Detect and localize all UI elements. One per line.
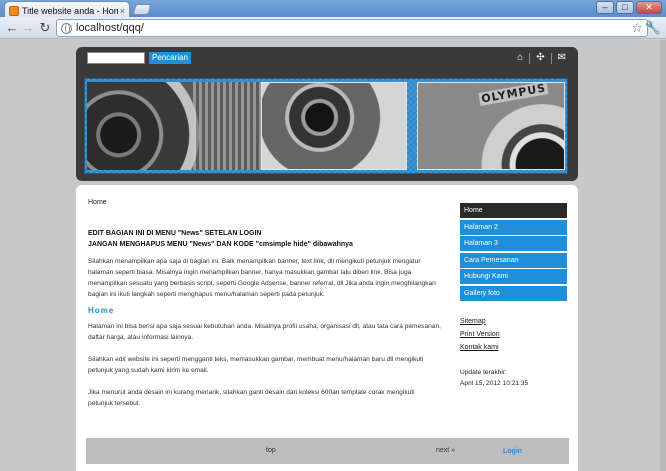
icon-divider: [529, 52, 531, 64]
tab-close-icon[interactable]: ×: [120, 6, 125, 16]
minimize-button[interactable]: –: [596, 1, 614, 14]
camera-brand-label: OLYMPUS: [477, 82, 549, 106]
content-box: Home EDIT BAGIAN INI DI MENU "News" SETE…: [76, 185, 578, 471]
footer-bar: top next » Login: [86, 438, 569, 464]
bookmark-star-icon[interactable]: ☆: [631, 20, 643, 36]
favicon-icon: [9, 5, 19, 16]
contact-link[interactable]: Kontak kami: [460, 341, 567, 354]
page-edge: [660, 40, 666, 471]
intro-paragraph: Silahkan menampilkan apa saja di bagian …: [88, 258, 436, 298]
icon-divider: [550, 52, 552, 64]
back-arrow-icon[interactable]: ←: [4, 20, 20, 36]
camera-lens-photo: [87, 82, 263, 170]
new-tab-button[interactable]: [132, 4, 152, 15]
main-column: Home EDIT BAGIAN INI DI MENU "News" SETE…: [88, 199, 441, 409]
sidebar-item-halaman-3[interactable]: Halaman 3: [460, 236, 567, 252]
last-updated-label: Update terakhir:: [460, 368, 507, 376]
top-icons: ⌂ ✣ ✉: [517, 52, 566, 64]
site-header: OLYMPUS: [76, 71, 578, 181]
search-button[interactable]: Pencarian: [149, 52, 191, 64]
body-paragraph: Jika menurut anda desain ini kurang mena…: [88, 389, 415, 407]
camera-dial-photo: [261, 82, 407, 170]
home-icon[interactable]: ⌂: [517, 52, 523, 64]
globe-icon: [61, 22, 72, 34]
page-title: Home: [88, 306, 115, 315]
search-input[interactable]: [87, 52, 145, 64]
last-updated: Update terakhir: April 15, 2012 10:21:35: [460, 367, 567, 389]
address-bar[interactable]: localhost/qqq/ ☆: [56, 19, 648, 37]
last-updated-value: April 15, 2012 10:21:35: [460, 379, 529, 387]
window-controls: – □ ✕: [596, 1, 662, 14]
sidebar-item-hubungi-kami[interactable]: Hubungi Kami: [460, 269, 567, 285]
next-link[interactable]: next »: [436, 447, 455, 454]
tab-title: Title website anda - Home: [22, 5, 118, 16]
browser-tab[interactable]: Title website anda - Home ×: [4, 1, 130, 17]
sidebar-item-halaman-2[interactable]: Halaman 2: [460, 219, 567, 236]
breadcrumb: Home: [88, 199, 107, 206]
notice-line-2: JANGAN MENGHAPUS MENU "News" DAN KODE "c…: [88, 241, 353, 248]
url-text[interactable]: localhost/qqq/: [76, 22, 631, 34]
camera-body-photo: OLYMPUS: [417, 82, 565, 170]
body-paragraph: Halaman ini bisa berisi apa saja sesuai …: [88, 323, 441, 341]
close-window-button[interactable]: ✕: [636, 1, 662, 14]
sidebar-links: Sitemap Print Version Kontak kami: [460, 315, 567, 354]
site-topbar: Pencarian ⌂ ✣ ✉: [76, 47, 578, 71]
print-version-link[interactable]: Print Version: [460, 328, 567, 341]
browser-toolbar: ← → ↻ localhost/qqq/ ☆ 🔧: [0, 17, 666, 39]
forward-arrow-icon[interactable]: →: [20, 20, 36, 36]
header-banner: OLYMPUS: [84, 78, 568, 174]
reload-icon[interactable]: ↻: [37, 20, 53, 36]
sidebar-item-cara-pemesanan[interactable]: Cara Pemesanan: [460, 252, 567, 269]
maximize-button[interactable]: □: [616, 1, 634, 14]
body-paragraph: Silahkan edit website ini seperti mengga…: [88, 356, 424, 374]
edit-notice: EDIT BAGIAN INI DI MENU "News" SETELAN L…: [88, 228, 441, 250]
mail-icon[interactable]: ✉: [558, 52, 566, 64]
top-link[interactable]: top: [266, 447, 276, 454]
sidebar-item-gallery-foto[interactable]: Gallery foto: [460, 285, 567, 302]
sidebar-item-home[interactable]: Home: [460, 203, 567, 219]
page-viewport: Pencarian ⌂ ✣ ✉ OLYMPUS Home EDIT BAGIAN…: [0, 40, 666, 471]
sidebar: Home Halaman 2 Halaman 3 Cara Pemesanan …: [460, 203, 567, 389]
wrench-menu-icon[interactable]: 🔧: [645, 20, 661, 36]
sitemap-link[interactable]: Sitemap: [460, 315, 567, 328]
browser-titlebar: Title website anda - Home × – □ ✕: [0, 0, 666, 17]
notice-line-1: EDIT BAGIAN INI DI MENU "News" SETELAN L…: [88, 230, 262, 237]
sitemap-icon[interactable]: ✣: [536, 52, 544, 64]
login-link[interactable]: Login: [503, 448, 522, 455]
